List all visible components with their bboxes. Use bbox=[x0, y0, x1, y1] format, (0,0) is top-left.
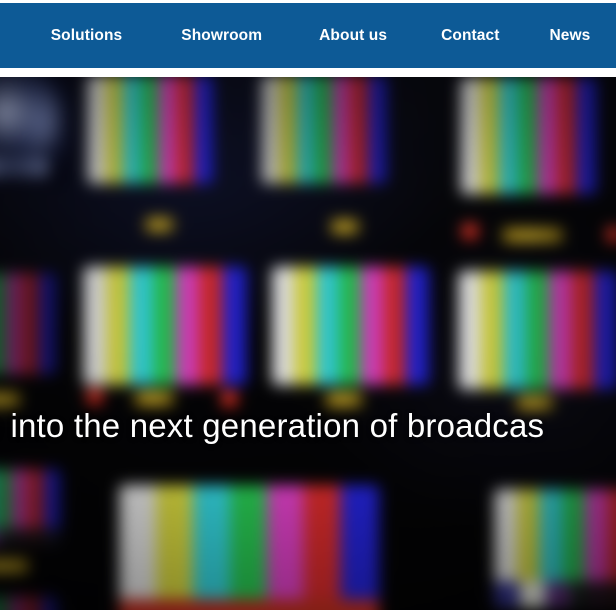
hero-banner: ep into the next generation of broadcas bbox=[0, 77, 616, 616]
color-bars bbox=[460, 77, 597, 195]
nav-item-about-us[interactable]: About us bbox=[319, 27, 387, 45]
channel-label bbox=[326, 392, 363, 407]
monitor-color-bars bbox=[261, 77, 387, 184]
page-root: e Solutions Showroom About us Contact Ne… bbox=[0, 0, 616, 616]
hero-bottom-strip bbox=[0, 610, 616, 616]
color-bars bbox=[83, 266, 247, 386]
color-bars bbox=[458, 270, 616, 390]
nav-item-showroom[interactable]: Showroom bbox=[181, 27, 262, 45]
channel-label bbox=[135, 391, 174, 406]
hero-background-image bbox=[0, 77, 616, 616]
color-bars bbox=[119, 484, 380, 613]
monitor-color-bars bbox=[87, 77, 213, 184]
nav-bottom-spacer bbox=[0, 68, 616, 77]
tally-light bbox=[461, 223, 479, 240]
monitor-color-bars-large bbox=[119, 484, 380, 613]
scope-monitor bbox=[0, 77, 69, 189]
nav-item-contact[interactable]: Contact bbox=[441, 27, 499, 45]
monitor-color-bars bbox=[460, 77, 597, 195]
color-bars-lower bbox=[494, 581, 616, 608]
monitor-color-bars bbox=[0, 468, 60, 546]
monitor-color-bars bbox=[0, 272, 56, 375]
color-bars bbox=[271, 266, 429, 386]
color-bars bbox=[261, 77, 387, 184]
hero-headline: ep into the next generation of broadcas bbox=[0, 407, 545, 444]
color-bars bbox=[87, 77, 213, 184]
nav-item-solutions[interactable]: Solutions bbox=[51, 27, 123, 45]
channel-label bbox=[0, 392, 20, 407]
nav-items-container: e Solutions Showroom About us Contact Ne… bbox=[0, 27, 591, 45]
monitor-color-bars bbox=[83, 266, 247, 386]
channel-label bbox=[503, 228, 563, 243]
nav-item-news[interactable]: News bbox=[550, 27, 591, 45]
main-navigation: e Solutions Showroom About us Contact Ne… bbox=[0, 3, 616, 68]
monitor-color-bars bbox=[271, 266, 429, 386]
channel-label bbox=[331, 219, 359, 234]
scope-label bbox=[0, 157, 49, 177]
color-bars-lower bbox=[0, 528, 60, 546]
monitor-color-bars bbox=[458, 270, 616, 390]
monitor-color-bars bbox=[494, 489, 616, 608]
channel-label bbox=[145, 217, 174, 232]
color-bars bbox=[0, 272, 56, 375]
tally-light bbox=[221, 390, 239, 408]
tally-light bbox=[86, 388, 104, 406]
tally-light bbox=[605, 226, 616, 244]
channel-label bbox=[0, 559, 29, 573]
